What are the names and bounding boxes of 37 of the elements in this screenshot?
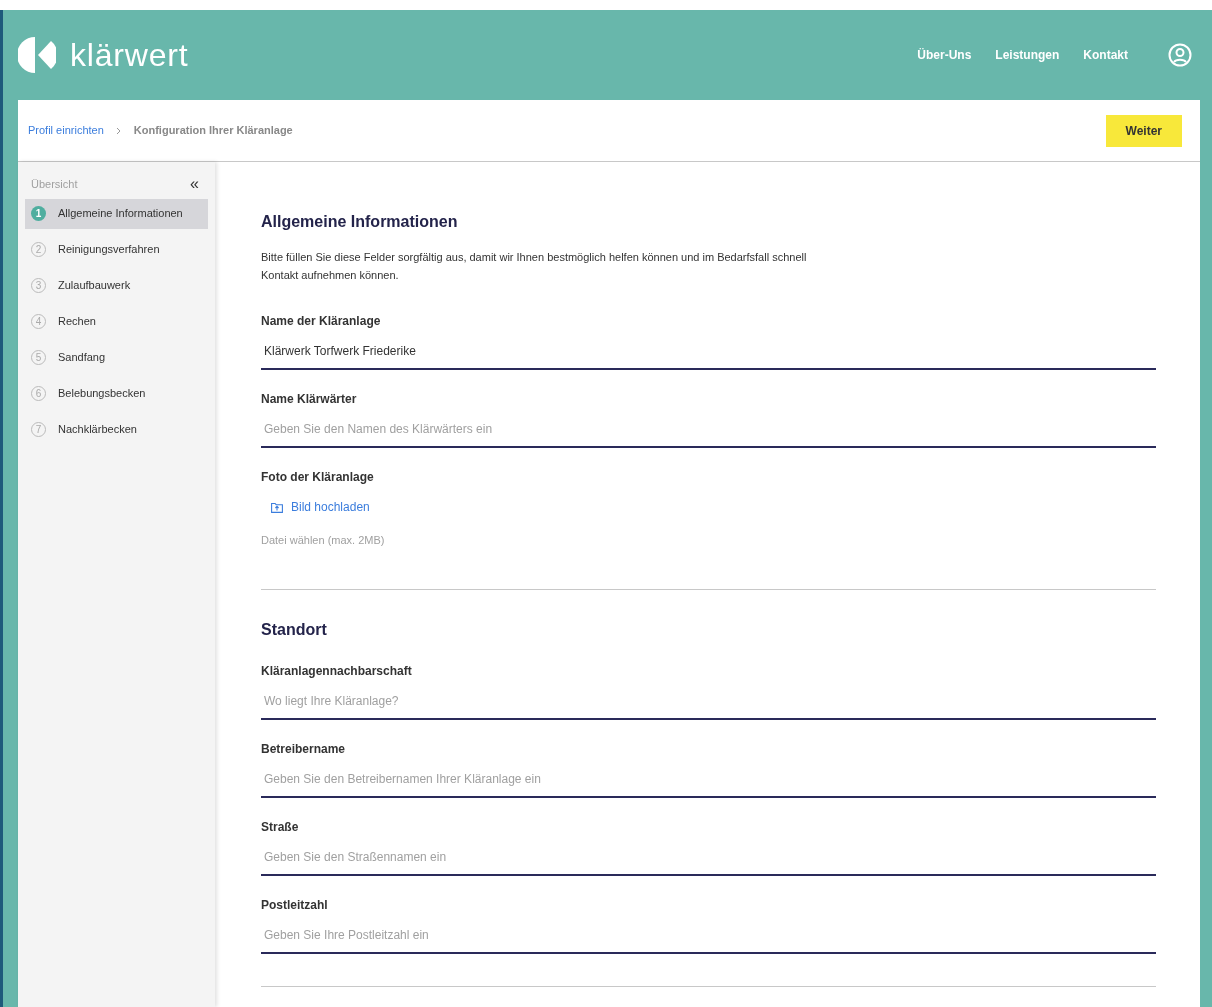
step-label: Nachklärbecken [58, 422, 137, 438]
collapse-button[interactable]: « [190, 176, 199, 193]
next-button[interactable]: Weiter [1105, 114, 1182, 147]
section-intro: Bitte füllen Sie diese Felder sorgfältig aus, damit wir Ihnen bestmöglich helfen können und im Bedarfsfall schnell Kontakt aufnehmen können. [261, 250, 808, 283]
step-item[interactable]: 6 Belebungsbecken [25, 378, 208, 409]
step-label: Sandfang [58, 350, 106, 366]
step-label: Rechen [58, 314, 96, 330]
upload-hint: Datei wählen (max. 2MB) [261, 533, 386, 548]
step-item[interactable]: 7 Nachklärbecken [25, 414, 208, 445]
step-number: 1 [31, 206, 46, 221]
breadcrumb-link[interactable]: Profil einrichten [28, 122, 104, 139]
step-label: Reinigungsverfahren [58, 242, 160, 258]
logo-icon [18, 36, 56, 74]
step-label: Allgemeine Informationen [58, 206, 183, 222]
step-item[interactable]: 4 Rechen [25, 306, 208, 337]
step-item[interactable]: 5 Sandfang [25, 342, 208, 373]
upload-link[interactable]: Bild hochladen [271, 498, 370, 516]
upload-folder-icon [271, 501, 283, 513]
step-label: Zulaufbauwerk [58, 278, 131, 294]
section-heading: Allgemeine Informationen [261, 212, 459, 232]
field-label: Foto der Kläranlage [261, 469, 375, 486]
step-item[interactable]: 3 Zulaufbauwerk [25, 270, 208, 301]
field-label: Kläranlagennachbarschaft [261, 662, 413, 680]
step-item[interactable]: 1 Allgemeine Informationen [25, 198, 208, 229]
field-label: Postleitzahl [261, 896, 329, 914]
field-label: Betreibername [261, 740, 347, 758]
breadcrumb-current: Konfiguration Ihrer Kläranlage [133, 123, 293, 139]
user-account-icon[interactable] [1168, 43, 1192, 67]
section-heading: Standort [261, 619, 328, 640]
logo-text: klärwert [70, 36, 189, 75]
step-label: Belebungsbecken [58, 386, 146, 402]
field-label: Name der Kläranlage [261, 313, 382, 330]
chevron-right-icon [115, 126, 122, 135]
step-item[interactable]: 2 Reinigungsverfahren [25, 234, 208, 265]
field-label: Name Klärwärter [261, 391, 358, 408]
sidebar-title: Übersicht [31, 177, 78, 192]
field-label: Straße [261, 818, 300, 836]
